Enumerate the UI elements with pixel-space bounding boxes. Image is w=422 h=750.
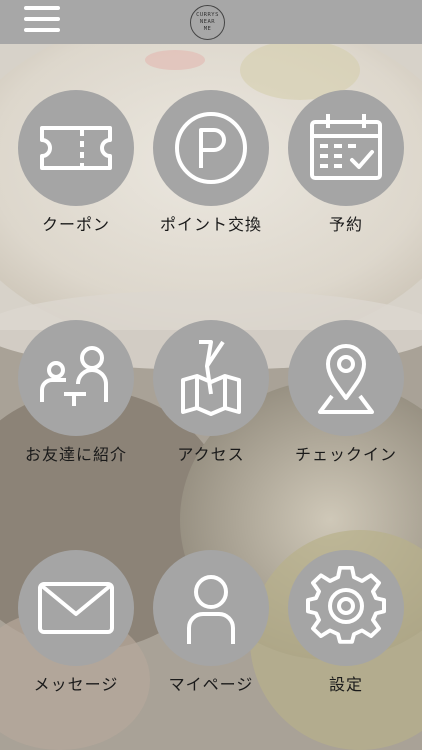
menu-tile-checkin[interactable]: チェックイン — [276, 320, 416, 464]
menu-label: クーポン — [41, 215, 110, 234]
calendar-icon — [288, 90, 404, 206]
menu-tile-message[interactable]: メッセージ — [6, 550, 146, 694]
location-pin-icon — [288, 320, 404, 436]
envelope-icon — [18, 550, 134, 666]
gear-icon — [288, 550, 404, 666]
parking-p-icon — [153, 90, 269, 206]
menu-tile-point-exchange[interactable]: ポイント交換 — [141, 90, 281, 234]
person-icon — [153, 550, 269, 666]
menu-tile-coupon[interactable]: クーポン — [6, 90, 146, 234]
menu-label: アクセス — [177, 445, 245, 464]
menu-label: チェックイン — [294, 445, 397, 464]
menu-tile-reservation[interactable]: 予約 — [276, 90, 416, 234]
logo-line-2: NEAR — [199, 19, 216, 25]
hamburger-menu-icon[interactable] — [24, 6, 60, 36]
people-icon — [18, 320, 134, 436]
app-logo: CURRYS NEAR ME — [190, 5, 225, 40]
menu-label: メッセージ — [33, 675, 119, 694]
menu-label: お友達に紹介 — [24, 445, 127, 464]
menu-label: マイページ — [168, 675, 254, 694]
menu-label: ポイント交換 — [159, 215, 262, 234]
menu-label: 予約 — [328, 215, 363, 234]
menu-tile-mypage[interactable]: マイページ — [141, 550, 281, 694]
map-icon — [153, 320, 269, 436]
menu-tile-refer-friend[interactable]: お友達に紹介 — [6, 320, 146, 464]
ticket-icon — [18, 90, 134, 206]
logo-line-1: CURRYS — [196, 12, 219, 18]
menu-label: 設定 — [328, 675, 363, 694]
menu-tile-settings[interactable]: 設定 — [276, 550, 416, 694]
header-bar: CURRYS NEAR ME — [0, 0, 422, 44]
menu-tile-access[interactable]: アクセス — [141, 320, 281, 464]
logo-line-3: ME — [203, 26, 212, 32]
